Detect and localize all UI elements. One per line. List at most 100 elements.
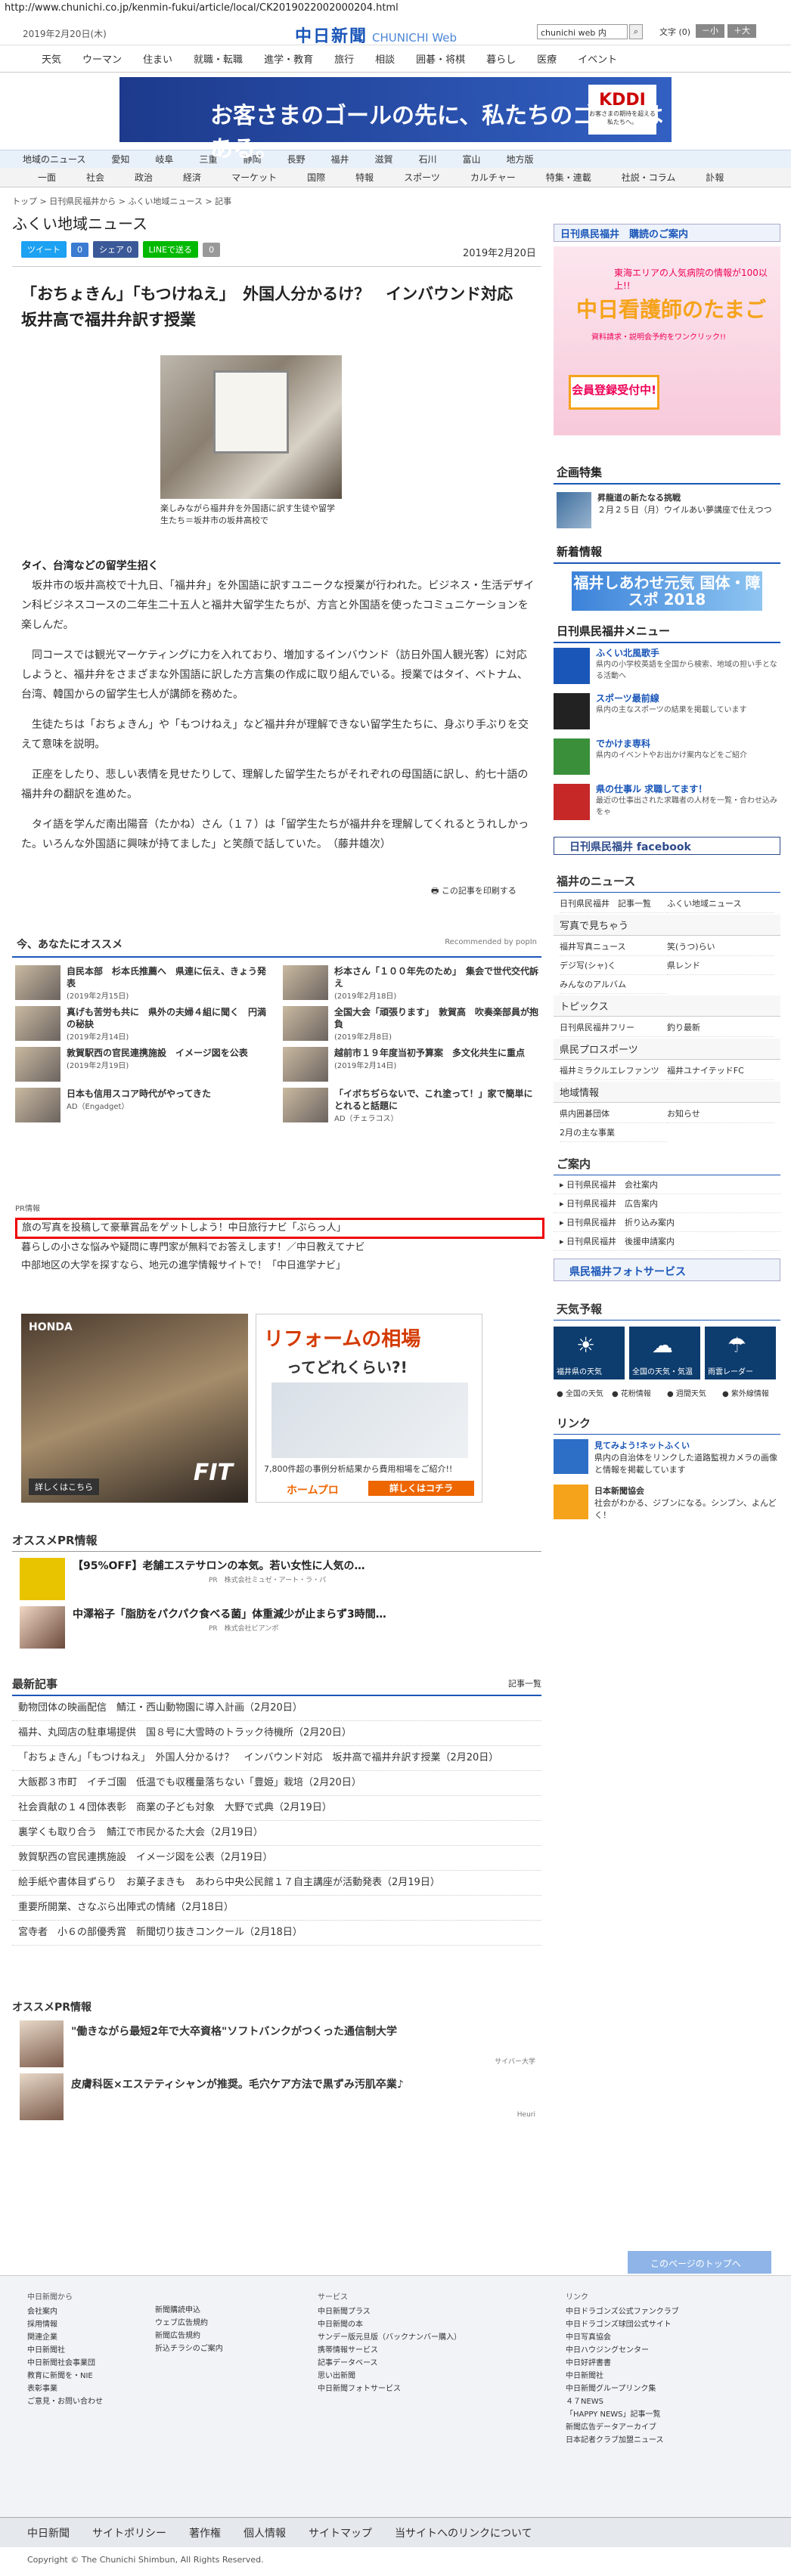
category-nav-item[interactable]: 訃報	[706, 171, 724, 184]
site-logo[interactable]: 中日新聞 CHUNICHI Web	[295, 23, 457, 47]
latest-news-row[interactable]: 敦賀駅西の官民連携施設 イメージ図を公表（2月19日）	[12, 1846, 541, 1871]
pr-item[interactable]: 皮膚科医×エステティシャンが推奨。毛穴ケア方法で黒ずみ汚肌卒業♪ Heuri	[12, 2067, 541, 2120]
search-input[interactable]: chunichi web 内	[537, 24, 628, 39]
weather-link[interactable]: ● 週間天気	[667, 1387, 722, 1398]
recommend-item[interactable]: 日本も信用スコア時代がやってきた AD（Engadget）	[15, 1088, 271, 1124]
footer-link[interactable]: 中日好評書書	[566, 2357, 679, 2370]
footer-link[interactable]: 中日ハウジングセンター	[566, 2344, 679, 2357]
weather-fukui[interactable]: ☀ 福井県の天気	[554, 1327, 625, 1379]
category-nav-item[interactable]: カルチャー	[470, 171, 516, 184]
footer-link[interactable]: 新聞購読申込	[155, 2304, 223, 2317]
back-to-top-button[interactable]: このページのトップへ	[628, 2251, 771, 2274]
annai-link[interactable]: ▸ 日刊県民福井 折り込み案内	[554, 1213, 780, 1232]
footer-link[interactable]: 携帯情報サービス	[318, 2344, 461, 2357]
footer-link[interactable]: ご意見・お問い合わせ	[27, 2395, 103, 2408]
chiiki-link[interactable]: 県内囲碁団体	[560, 1104, 667, 1123]
footer-bar-link[interactable]: 個人情報	[244, 2525, 286, 2540]
pr-item[interactable]: 中澤裕子「脂肪をパクパク食べる菌」体重減少が止まらず3時間… PR 株式会社ビアン…	[12, 1600, 541, 1649]
photo-link[interactable]: 笑(うつ)らい	[667, 937, 774, 956]
footer-bar-link[interactable]: サイトポリシー	[92, 2525, 166, 2540]
pr-link[interactable]: 旅の写真を投稿して豪華賞品をゲットしよう！中日旅行ナビ「ぶらっ人」	[15, 1218, 544, 1239]
footer-link[interactable]: 新聞広告データアーカイブ	[566, 2421, 679, 2434]
photo-link[interactable]: 福井写真ニュース	[560, 937, 667, 956]
footer-link[interactable]: 採用情報	[27, 2318, 103, 2331]
nurse-ad[interactable]: 東海エリアの人気病院の情報が100以上!! 中日看護師のたまご 資料請求・説明会…	[554, 246, 780, 435]
footer-link[interactable]: 日本記者クラブ加盟ニュース	[566, 2434, 679, 2447]
menu-item[interactable]: でかけま専科 県内のイベントやお出かけ案内などをご紹介	[554, 734, 780, 779]
kddi-banner[interactable]: お客さまのゴールの先に、私たちのゴールはある。 KDDI お客さまの期待を超える私…	[119, 77, 672, 163]
gnav-item[interactable]: イベント	[578, 51, 617, 66]
news-link[interactable]: 日刊県民福井 記事一覧	[560, 894, 667, 913]
footer-link[interactable]: 中日新聞フォトサービス	[318, 2382, 461, 2395]
font-small-button[interactable]: －小	[696, 24, 724, 38]
recommend-item[interactable]: 全国大会「頑張ります」 敦賀高 吹奏楽部員が抱負 (2019年2月8日)	[283, 1006, 538, 1042]
pr-link[interactable]: 中部地区の大学を探すなら、地元の進学情報サイトで！「中日進学ナビ」	[15, 1257, 544, 1275]
footer-link[interactable]: 関連企業	[27, 2331, 103, 2344]
latest-news-row[interactable]: 裏学くも取り合う 鯖江で市民かるた大会（2月19日）	[12, 1821, 541, 1846]
article-photo[interactable]	[160, 355, 342, 499]
kokutai-banner[interactable]: 福井しあわせ元気 国体・障スポ 2018	[572, 571, 762, 611]
footer-link[interactable]: 中日新聞社	[566, 2370, 679, 2382]
menu-item[interactable]: ふくい北風歌手 県内の小学校英語を全国から検索、地域の担い手となる活動へ	[554, 643, 780, 689]
footer-link[interactable]: 中日新聞グループリンク集	[566, 2382, 679, 2395]
font-large-button[interactable]: ＋大	[727, 24, 756, 38]
weather-link[interactable]: ● 花粉情報	[612, 1387, 667, 1398]
category-nav-item[interactable]: 社会	[86, 171, 104, 184]
line-button[interactable]: LINEで送る	[142, 241, 199, 258]
topic-link[interactable]: 日刊県民福井フリー	[560, 1018, 667, 1037]
footer-link[interactable]: 中日新聞社会事業団	[27, 2357, 103, 2370]
footer-link[interactable]: 教育に新聞を・NIE	[27, 2370, 103, 2382]
news-link[interactable]: ふくい地域ニュース	[667, 894, 774, 913]
sports-link[interactable]: 福井ミラクルエレファンツ	[560, 1061, 667, 1080]
category-nav-item[interactable]: 一面	[38, 171, 56, 184]
footer-link[interactable]: 中日ドラゴンズ公式ファンクラブ	[566, 2305, 679, 2318]
footer-link[interactable]: サンデー版元旦版（バックナンバー購入）	[318, 2331, 461, 2344]
chiiki-link[interactable]: お知らせ	[667, 1104, 774, 1123]
category-nav-item[interactable]: マーケット	[231, 171, 277, 184]
category-nav-item[interactable]: 社説・コラム	[622, 171, 676, 184]
footer-link[interactable]: 表彰事業	[27, 2382, 103, 2395]
footer-link[interactable]: 思い出新聞	[318, 2370, 461, 2382]
latest-news-row[interactable]: 大飯郡３市町 イチゴ園 低温でも収穫量落ちない「豊姫」栽培（2月20日）	[12, 1771, 541, 1796]
weather-link[interactable]: ● 全国の天気	[557, 1387, 612, 1398]
region-nav-item[interactable]: 愛知	[111, 153, 129, 166]
footer-logo[interactable]: 中日新聞	[27, 2525, 70, 2540]
latest-news-row[interactable]: 動物団体の映画配信 鯖江・西山動物園に導入計画（2月20日）	[12, 1696, 541, 1721]
recommend-item[interactable]: 杉本さん「１００年先のため」 集会で世代交代訴え (2019年2月18日)	[283, 965, 538, 1002]
category-nav-item[interactable]: スポーツ	[404, 171, 440, 184]
menu-item[interactable]: 県の仕事ル 求職してます！ 最近の仕事出された求職者の人材を一覧・合わせ込みをゃ	[554, 779, 780, 825]
gnav-item[interactable]: 暮らし	[486, 51, 516, 66]
gnav-item[interactable]: 医療	[537, 51, 557, 66]
footer-link[interactable]: 中日新聞プラス	[318, 2305, 461, 2318]
recommend-item[interactable]: 越前市１９年度当初予算案 多文化共生に重点 (2019年2月14日)	[283, 1047, 538, 1083]
footer-link[interactable]: 中日新聞の本	[318, 2318, 461, 2331]
sports-link[interactable]: 福井ユナイテッドFC	[667, 1061, 774, 1080]
topic-link[interactable]: 釣り最新	[667, 1018, 774, 1037]
category-nav-item[interactable]: 国際	[307, 171, 325, 184]
footer-link[interactable]: 記事データベース	[318, 2357, 461, 2370]
honda-ad[interactable]: HONDA FIT 詳しくはこちら	[21, 1314, 248, 1503]
print-link[interactable]: 🖶 この記事を印刷する	[431, 884, 516, 899]
category-nav-item[interactable]: 特報	[355, 171, 374, 184]
menu-item[interactable]: スポーツ最前線 県内の主なスポーツの結果を掲載しています	[554, 689, 780, 734]
annai-link[interactable]: ▸ 日刊県民福井 後援申請案内	[554, 1232, 780, 1251]
weather-national[interactable]: ☁ 全国の天気・気温	[629, 1327, 700, 1379]
latest-news-row[interactable]: 「おちょきん」「もつけねえ」 外国人分かるけ？ インバウンド対応 坂井高で福井弁…	[12, 1746, 541, 1771]
tweet-button[interactable]: ツイート	[21, 241, 67, 258]
pr-item[interactable]: 【95%OFF】老舗エステサロンの本気。若い女性に人気の… PR 株式会社ミュゼ・…	[12, 1552, 541, 1600]
gnav-item[interactable]: 就職・転職	[194, 51, 243, 66]
gnav-item[interactable]: 進学・教育	[264, 51, 313, 66]
weather-link[interactable]: ● 紫外線情報	[722, 1387, 777, 1398]
recommend-item[interactable]: 敦賀駅西の官民連携施設 イメージ図を公表 (2019年2月19日)	[15, 1047, 271, 1083]
annai-link[interactable]: ▸ 日刊県民福井 会社案内	[554, 1175, 780, 1194]
gnav-item[interactable]: 相談	[375, 51, 395, 66]
pressnet-link[interactable]: 日本新聞協会 社会がわかる、ジブンになる。シンブン、よんどく！	[554, 1480, 780, 1525]
region-nav-item[interactable]: 岐阜	[155, 153, 173, 166]
photo-link[interactable]: 県レンド	[667, 956, 774, 975]
footer-link[interactable]: ウェブ広告規約	[155, 2317, 223, 2330]
annai-link[interactable]: ▸ 日刊県民福井 広告案内	[554, 1194, 780, 1213]
footer-link[interactable]: 中日写真協会	[566, 2331, 679, 2344]
category-nav-item[interactable]: 政治	[135, 171, 153, 184]
footer-bar-link[interactable]: 当サイトへのリンクについて	[395, 2525, 532, 2540]
facebook-link[interactable]: 日刊県民福井 facebook	[554, 837, 780, 855]
